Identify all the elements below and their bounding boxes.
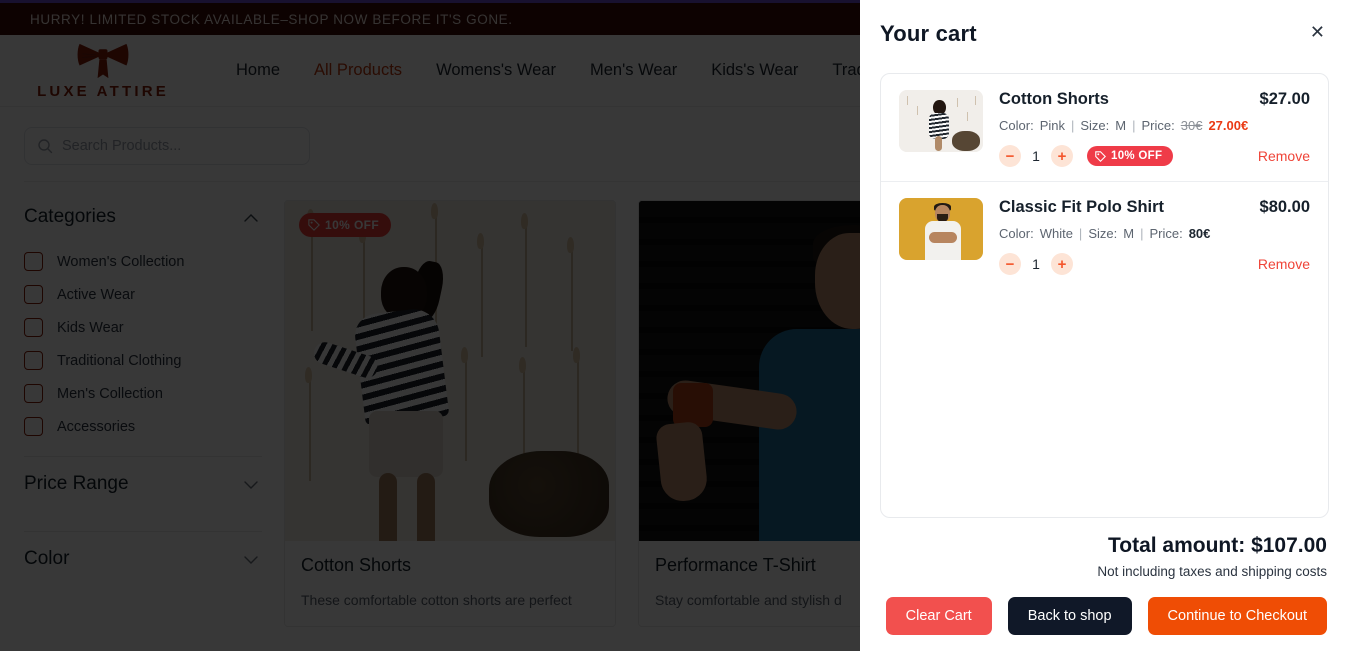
discount-badge-label: 10% OFF [1111, 150, 1163, 162]
cart-item-head: Cotton Shorts $27.00 [999, 90, 1310, 109]
remove-item-link[interactable]: Remove [1258, 256, 1310, 272]
cart-item-name: Classic Fit Polo Shirt [999, 198, 1165, 216]
cart-item-thumbnail[interactable] [899, 198, 983, 260]
cart-item-color-value: White [1039, 226, 1073, 241]
clear-cart-button[interactable]: Clear Cart [885, 597, 992, 635]
cart-item-new-price: 27.00€ [1208, 118, 1249, 133]
meta-separator: | [1132, 118, 1136, 133]
cart-item-line-total: $80.00 [1259, 198, 1310, 216]
app-root: HURRY! LIMITED STOCK AVAILABLE–SHOP NOW … [0, 0, 1349, 651]
cart-item-meta: Color: White | Size: M | Price: 80€ [999, 226, 1310, 241]
cart-item-row: Classic Fit Polo Shirt $80.00 Color: Whi… [881, 181, 1328, 289]
cart-item-size-label: Size: [1080, 118, 1110, 133]
cart-item-line-total: $27.00 [1259, 90, 1310, 108]
cart-item-meta: Color: Pink | Size: M | Price: 30€ 27.00… [999, 118, 1310, 133]
continue-to-checkout-button[interactable]: Continue to Checkout [1147, 597, 1327, 635]
plus-icon[interactable]: + [1051, 253, 1073, 275]
cart-item-details: Classic Fit Polo Shirt $80.00 Color: Whi… [999, 198, 1310, 275]
close-icon[interactable]: ✕ [1306, 21, 1329, 43]
cart-item-name: Cotton Shorts [999, 90, 1109, 108]
cart-item-price-label: Price: [1141, 118, 1175, 133]
tag-icon [1095, 150, 1106, 162]
cart-item-list: Cotton Shorts $27.00 Color: Pink | Size:… [880, 73, 1329, 518]
back-to-shop-button[interactable]: Back to shop [1007, 597, 1132, 635]
cart-item-head: Classic Fit Polo Shirt $80.00 [999, 198, 1310, 217]
quantity-value: 1 [1032, 148, 1040, 164]
cart-item-controls: − 1 + 10% OFF Remove [999, 145, 1310, 167]
quantity-stepper: − 1 + [999, 145, 1073, 167]
cart-drawer: Your cart ✕ Cotton Shorts $27.00 Color: … [860, 0, 1349, 651]
cart-item-old-price: 30€ [1180, 118, 1203, 133]
cart-item-price-value: 80€ [1188, 226, 1211, 241]
thumb-photo-man [899, 198, 983, 260]
cart-total-amount: Total amount: $107.00 [1107, 534, 1327, 557]
cart-item-row: Cotton Shorts $27.00 Color: Pink | Size:… [881, 74, 1328, 181]
plus-icon[interactable]: + [1051, 145, 1073, 167]
cart-item-color-label: Color: [999, 226, 1034, 241]
cart-item-color-label: Color: [999, 118, 1034, 133]
cart-item-size-value: M [1115, 118, 1127, 133]
minus-icon[interactable]: − [999, 253, 1021, 275]
cart-actions: Clear Cart Back to shop Continue to Chec… [882, 597, 1327, 635]
meta-separator: | [1078, 226, 1083, 241]
meta-separator: | [1070, 118, 1075, 133]
quantity-value: 1 [1032, 256, 1040, 272]
cart-header: Your cart ✕ [880, 18, 1329, 47]
thumb-photo-girl [899, 90, 983, 152]
quantity-stepper: − 1 + [999, 253, 1073, 275]
remove-item-link[interactable]: Remove [1258, 148, 1310, 164]
cart-item-size-label: Size: [1088, 226, 1118, 241]
cart-item-thumbnail[interactable] [899, 90, 983, 152]
minus-icon[interactable]: − [999, 145, 1021, 167]
cart-item-price-label: Price: [1149, 226, 1183, 241]
cart-item-details: Cotton Shorts $27.00 Color: Pink | Size:… [999, 90, 1310, 167]
cart-item-size-value: M [1123, 226, 1135, 241]
cart-footer: Total amount: $107.00 Not including taxe… [880, 518, 1329, 635]
cart-item-controls: − 1 + Remove [999, 253, 1310, 275]
cart-total-note: Not including taxes and shipping costs [1097, 564, 1327, 579]
cart-item-color-value: Pink [1039, 118, 1065, 133]
cart-title: Your cart [880, 21, 977, 46]
cart-item-discount-badge: 10% OFF [1087, 146, 1174, 166]
meta-separator: | [1140, 226, 1144, 241]
